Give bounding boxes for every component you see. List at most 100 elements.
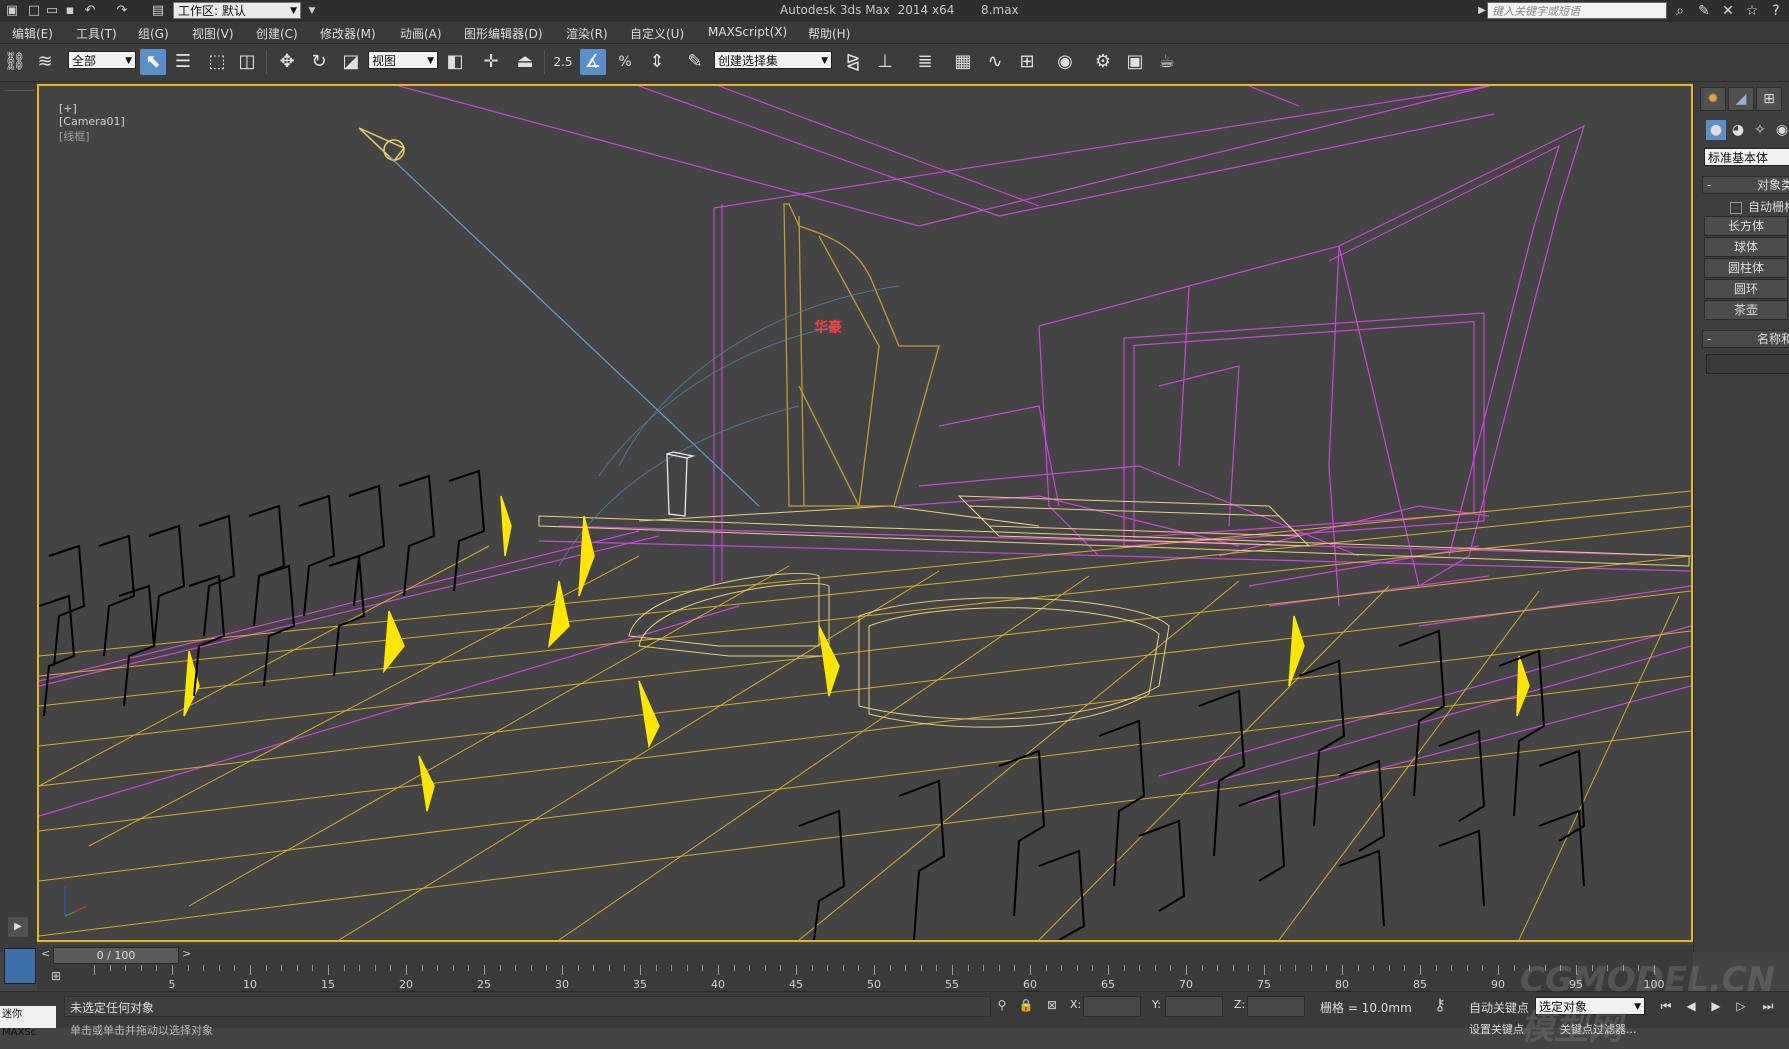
pivot-center-icon[interactable]: ◧ (442, 49, 468, 75)
cameras-icon[interactable]: ◉ (1772, 120, 1789, 140)
key-icon[interactable]: ⚷ (1432, 997, 1448, 1013)
menu-maxscript[interactable]: MAXScript(X) (708, 25, 787, 39)
track-ruler[interactable]: 5 10 15 20 25 30 35 40 45 50 55 60 65 70 75 80 85 90 95 100 (94, 965, 1665, 991)
y-coordinate-field[interactable] (1165, 996, 1223, 1017)
x-coordinate-field[interactable] (1083, 996, 1141, 1017)
isolate-selection-icon[interactable]: ⚲ (994, 997, 1010, 1013)
lock-selection-icon[interactable]: 🔒 (1018, 997, 1034, 1013)
menu-create[interactable]: 创建(C) (256, 25, 298, 42)
expand-icon[interactable]: ▶ (8, 917, 28, 937)
search-input[interactable]: 键入关键字或短语 (1487, 2, 1667, 19)
curve-editor-icon[interactable]: ∿ (982, 49, 1008, 75)
render-setup-icon[interactable]: ⚙ (1090, 49, 1116, 75)
schematic-view-icon[interactable]: ⊞ (1014, 49, 1040, 75)
category-dropdown[interactable]: 标准基本体 (1704, 148, 1789, 166)
subscription-icon[interactable]: ✎ (1696, 3, 1712, 19)
camera-viewport[interactable]: 华豪 [+] [Camera01] [线框] (37, 84, 1693, 942)
next-frame-arrow-icon[interactable]: > (182, 947, 191, 960)
z-coordinate-field[interactable] (1247, 996, 1305, 1017)
time-slider-thumb[interactable]: 0 / 100 (53, 947, 179, 964)
unlink-icon[interactable]: ≋ (32, 49, 58, 75)
percent-snap-icon[interactable]: % (612, 49, 638, 75)
render-production-icon[interactable]: ☕ (1154, 49, 1180, 75)
menu-graph-editors[interactable]: 图形编辑器(D) (464, 25, 543, 42)
mirror-icon[interactable]: ⧎ (840, 49, 866, 75)
track-bar[interactable]: ⊞ 5 10 15 20 25 30 35 40 45 50 55 60 65 70 75 80 85 90 95 1… (37, 965, 1693, 991)
track-filter-icon[interactable]: ⊞ (51, 969, 61, 983)
menu-rendering[interactable]: 渲染(R) (566, 25, 608, 42)
shapes-icon[interactable]: ◕ (1728, 120, 1748, 140)
redo-icon[interactable]: ↷ (114, 3, 130, 19)
rectangular-selection-icon[interactable]: ⬚ (204, 49, 230, 75)
edit-named-selection-icon[interactable]: ✎ (682, 49, 708, 75)
lights-icon[interactable]: ✧ (1750, 120, 1770, 140)
time-slider[interactable]: < 0 / 100 > (37, 945, 1693, 965)
angle-snap-icon[interactable]: ∡ (580, 49, 606, 75)
object-name-field[interactable] (1706, 354, 1789, 374)
camera-object[interactable] (358, 127, 406, 163)
favorites-icon[interactable]: ☆ (1744, 3, 1760, 19)
named-selection-dropdown[interactable]: 创建选择集 ▼ (714, 51, 832, 69)
menu-animation[interactable]: 动画(A) (400, 25, 442, 42)
menu-group[interactable]: 组(G) (138, 25, 169, 42)
select-manipulate-icon[interactable]: ✛ (478, 49, 504, 75)
name-color-rollout[interactable]: - 名称和颜色 (1702, 330, 1789, 348)
maxscript-listener-tab[interactable]: 迷你 MAXSc (0, 1006, 56, 1038)
snaps-toggle-icon[interactable]: 2.5 (550, 49, 576, 75)
menu-tools[interactable]: 工具(T) (76, 25, 117, 42)
save-icon[interactable]: ▪ (62, 3, 78, 19)
open-file-icon[interactable]: ▭ (44, 3, 60, 19)
layer-manager-icon[interactable]: ≣ (912, 49, 938, 75)
move-icon[interactable]: ✥ (274, 49, 300, 75)
undo-icon[interactable]: ↶ (82, 3, 98, 19)
autogrid-checkbox[interactable]: 自动栅格 (1730, 198, 1789, 215)
graphite-tools-icon[interactable]: ▦ (950, 49, 976, 75)
mini-curve-editor-icon[interactable] (4, 948, 36, 984)
window-crossing-icon[interactable]: ◫ (234, 49, 260, 75)
communication-icon[interactable]: ✕ (1720, 3, 1736, 19)
spinner-snap-icon[interactable]: ⇕ (644, 49, 670, 75)
app-menu-icon[interactable]: ▣ (4, 3, 20, 19)
hierarchy-tab-icon[interactable]: ⊞ (1756, 87, 1782, 111)
new-file-icon[interactable]: □ (26, 3, 42, 19)
menu-views[interactable]: 视图(V) (192, 25, 234, 42)
cylinder-button[interactable]: 圆柱体 (1704, 258, 1788, 278)
viewport-shading-menu[interactable]: [线框] (59, 130, 90, 143)
rendered-frame-window-icon[interactable]: ▣ (1122, 49, 1148, 75)
keyboard-shortcut-override-icon[interactable]: ⏏ (512, 49, 538, 75)
rotate-icon[interactable]: ↻ (306, 49, 332, 75)
menu-modifiers[interactable]: 修改器(M) (320, 25, 376, 42)
object-type-rollout[interactable]: - 对象类型 (1702, 176, 1789, 194)
torus-button[interactable]: 圆环 (1704, 279, 1788, 299)
binoculars-icon[interactable]: ⌕ (1672, 3, 1688, 19)
project-folder-icon[interactable]: ▤ (150, 3, 166, 19)
sphere-button[interactable]: 球体 (1704, 237, 1788, 257)
align-icon[interactable]: ⊥ (872, 49, 898, 75)
menu-help[interactable]: 帮助(H) (808, 25, 850, 42)
select-by-name-icon[interactable]: ☰ (170, 49, 196, 75)
viewport-camera-menu[interactable]: [Camera01] (59, 115, 125, 128)
create-tab-icon[interactable]: ✹ (1700, 87, 1726, 111)
workspace-dropdown[interactable]: 工作区: 默认 ▼ (173, 2, 301, 19)
material-editor-icon[interactable]: ◉ (1052, 49, 1078, 75)
viewport-plus-menu[interactable]: [+] (59, 102, 77, 115)
box-button[interactable]: 长方体 (1704, 216, 1788, 236)
selection-filter-dropdown[interactable]: 全部 ▼ (68, 51, 136, 69)
viewport-label[interactable]: [+] [Camera01] [线框] (45, 89, 125, 157)
quick-access-dropdown-icon[interactable]: ▼ (304, 3, 320, 19)
select-object-icon[interactable]: ⬉ (140, 49, 166, 75)
reference-coordinate-dropdown[interactable]: 视图 ▼ (368, 51, 438, 69)
menu-customize[interactable]: 自定义(U) (630, 25, 684, 42)
menu-edit[interactable]: 编辑(E) (12, 25, 53, 42)
modify-tab-icon[interactable]: ◢ (1728, 87, 1754, 111)
scale-icon[interactable]: ◪ (338, 49, 364, 75)
chairs-left[interactable] (39, 469, 486, 717)
prev-frame-arrow-icon[interactable]: < (41, 947, 50, 960)
set-key-button[interactable]: 设置关键点 (1469, 1021, 1524, 1037)
teapot-button[interactable]: 茶壶 (1704, 300, 1788, 320)
absolute-mode-icon[interactable]: ⊠ (1044, 997, 1060, 1013)
select-and-link-icon[interactable]: ⛓ (2, 49, 28, 75)
geometry-icon[interactable]: ● (1706, 120, 1726, 140)
help-icon[interactable]: ? (1768, 3, 1784, 19)
podium[interactable] (666, 451, 696, 517)
